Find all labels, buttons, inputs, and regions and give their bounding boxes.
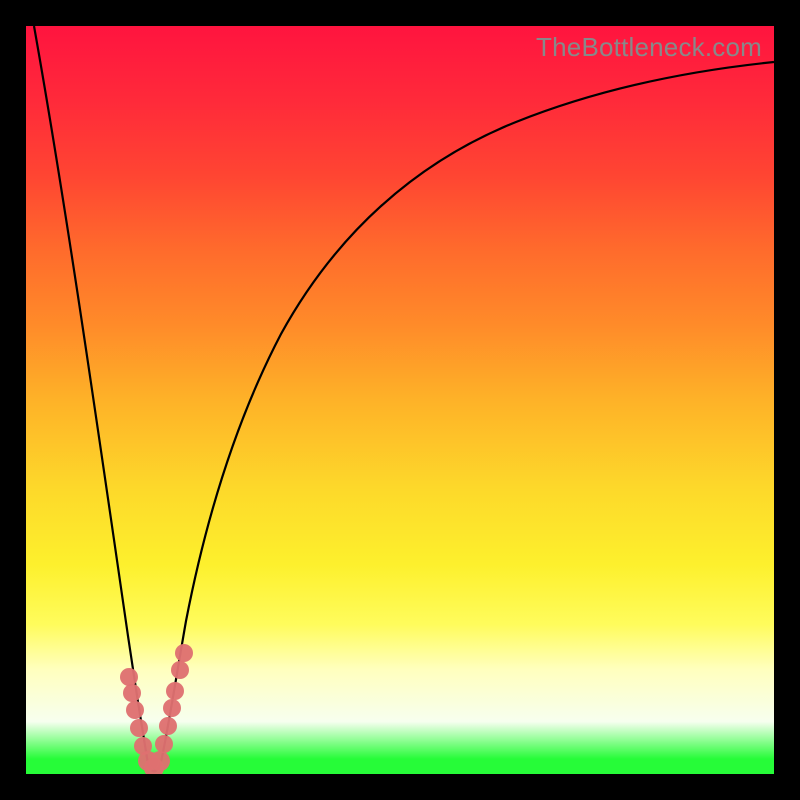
marker-dot	[120, 668, 138, 686]
marker-dot	[126, 701, 144, 719]
marker-dot	[130, 719, 148, 737]
plot-area: TheBottleneck.com	[26, 26, 774, 774]
chart-frame: TheBottleneck.com	[0, 0, 800, 800]
marker-dot	[163, 699, 181, 717]
chart-svg	[26, 26, 774, 774]
marker-dot	[175, 644, 193, 662]
marker-dot	[123, 684, 141, 702]
marker-dot	[166, 682, 184, 700]
bottleneck-curve	[34, 26, 774, 771]
marker-dot	[155, 735, 173, 753]
marker-dot	[159, 717, 177, 735]
marker-dot	[150, 751, 170, 771]
marker-dot	[171, 661, 189, 679]
marker-cluster	[120, 644, 193, 774]
